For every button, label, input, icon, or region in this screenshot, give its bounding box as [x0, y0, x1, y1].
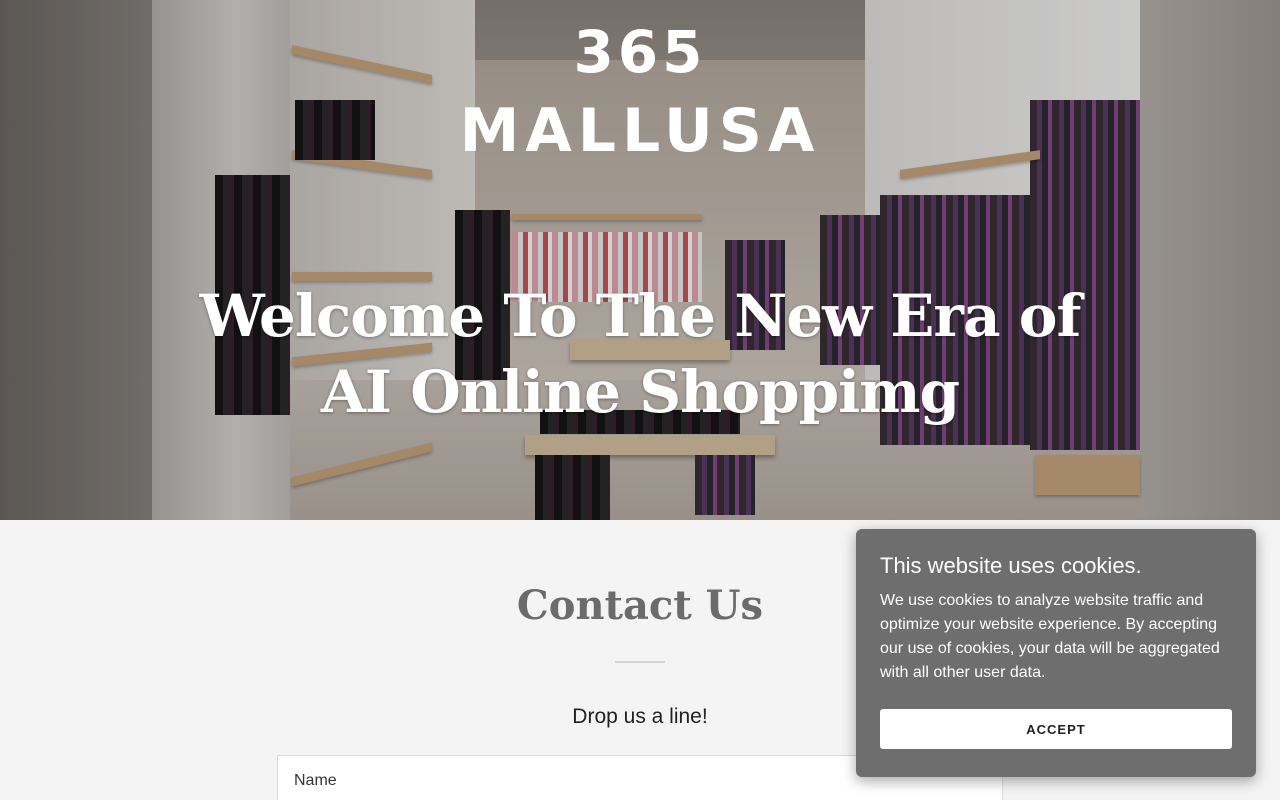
- cookie-text: We use cookies to analyze website traffi…: [880, 592, 1220, 681]
- name-label: Name: [294, 772, 337, 789]
- section-divider: [615, 661, 665, 663]
- hero-banner: 365 MALLUSA Welcome To The New Era of AI…: [0, 0, 1280, 520]
- hero-heading-line2: AI Online Shoppimg: [320, 358, 960, 426]
- cookie-banner: This website uses cookies. We use cookie…: [856, 529, 1256, 777]
- brand-logo-number[interactable]: 365: [0, 18, 1280, 86]
- hero-heading: Welcome To The New Era of AI Online Shop…: [0, 278, 1280, 430]
- brand-logo-name[interactable]: MALLUSA: [0, 96, 1280, 166]
- cookie-title: This website uses cookies.: [880, 553, 1142, 578]
- hero-heading-line1: Welcome To The New Era of: [199, 282, 1082, 350]
- accept-cookies-button[interactable]: ACCEPT: [880, 709, 1232, 749]
